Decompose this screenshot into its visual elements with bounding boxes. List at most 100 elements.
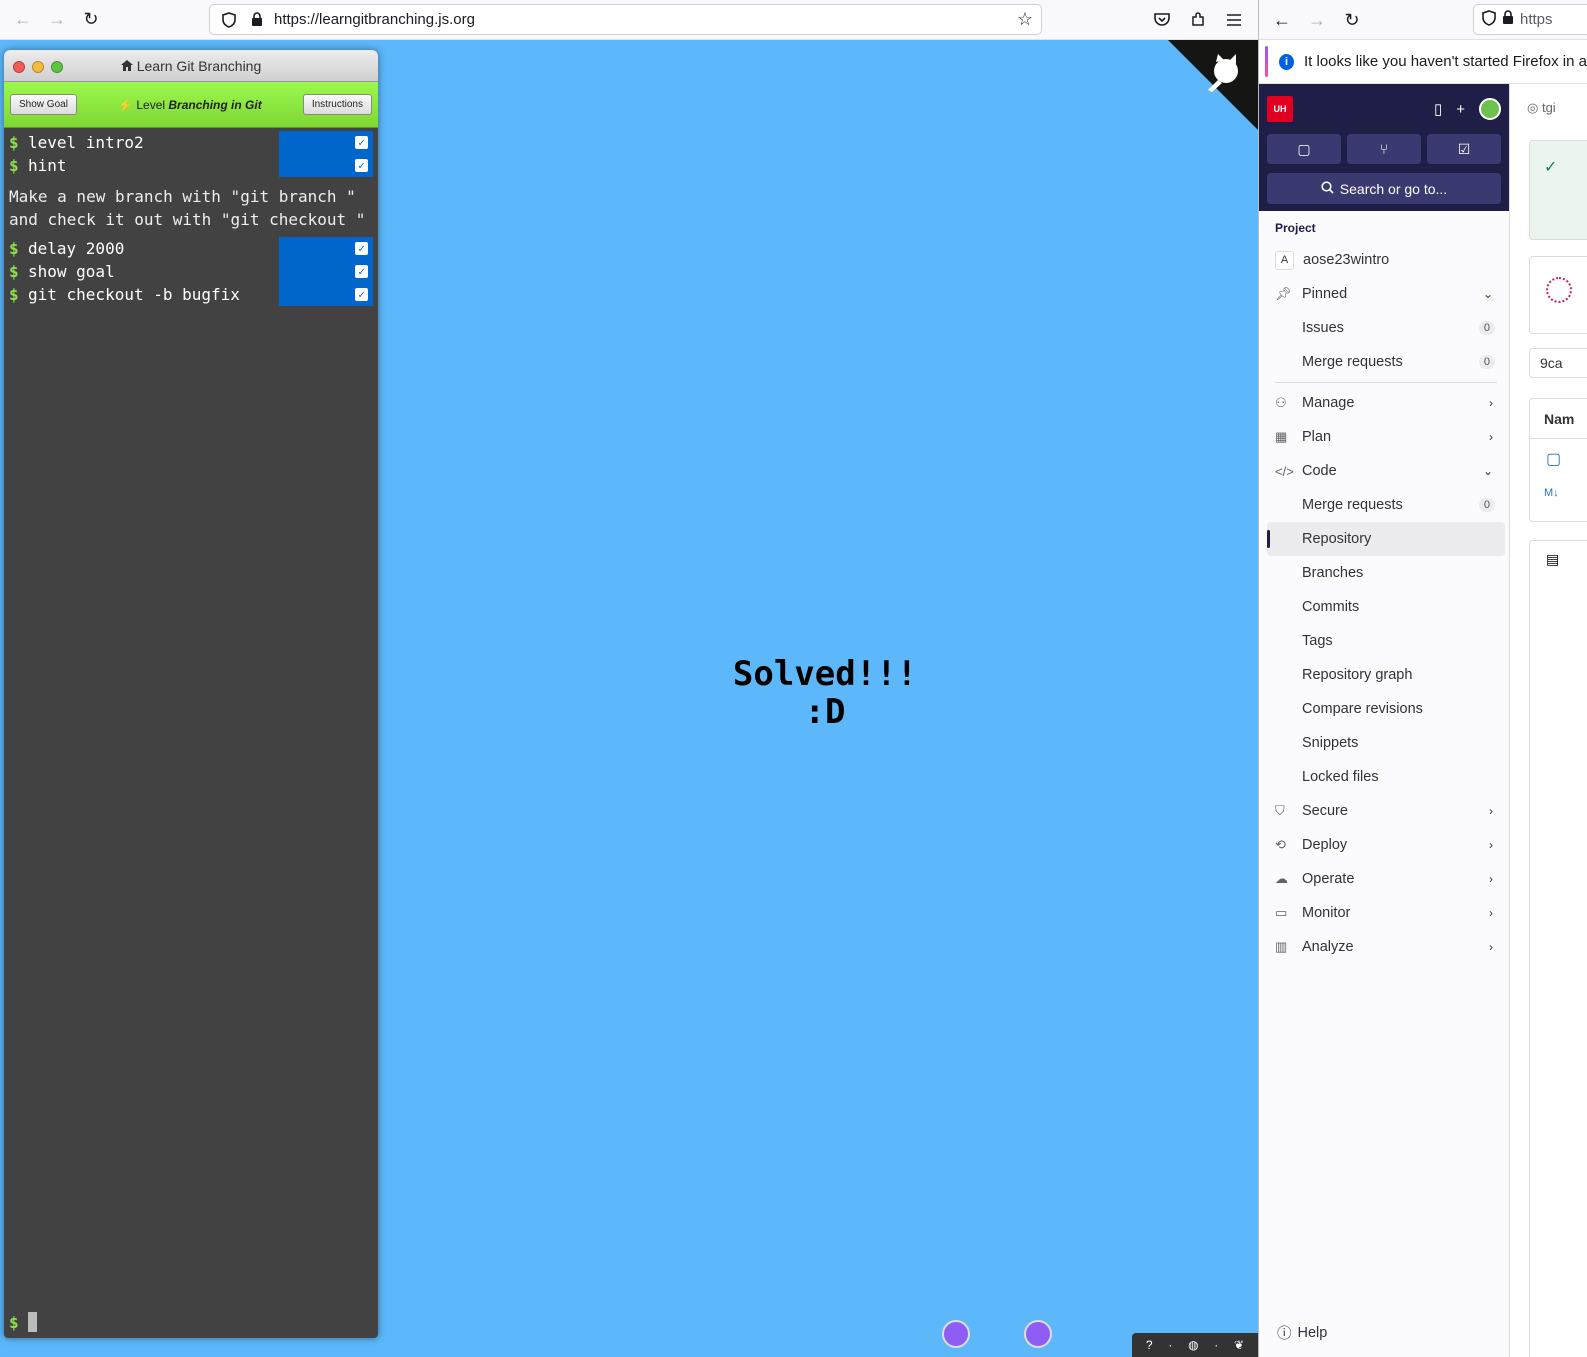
back-icon[interactable]: ← bbox=[1265, 5, 1299, 35]
close-window-icon[interactable] bbox=[13, 61, 25, 73]
sidebar-item-pinned[interactable]: 📌︎ Pinned ⌄ bbox=[1267, 277, 1505, 311]
minimize-window-icon[interactable] bbox=[32, 61, 44, 73]
section-title: Project bbox=[1275, 221, 1316, 235]
breadcrumb[interactable]: ◎ tgi bbox=[1527, 100, 1556, 116]
sidebar-item-code-merge-requests[interactable]: Merge requests 0 bbox=[1267, 488, 1505, 522]
twitter-icon[interactable]: ❦ bbox=[1234, 1338, 1244, 1352]
text-cursor bbox=[27, 1312, 37, 1332]
solved-line: Solved!!! bbox=[732, 654, 918, 694]
forward-icon[interactable]: → bbox=[40, 5, 74, 35]
sidebar-item-branches[interactable]: Branches bbox=[1267, 556, 1505, 590]
sidebar-item-tags[interactable]: Tags bbox=[1267, 624, 1505, 658]
shield-icon[interactable] bbox=[218, 11, 240, 28]
firefox-notification-bar: i It looks like you haven't started Fire… bbox=[1259, 40, 1587, 84]
lock-icon[interactable] bbox=[246, 12, 268, 27]
issues-shortcut-icon[interactable]: ▢ bbox=[1267, 134, 1341, 164]
chevron-right-icon: › bbox=[1489, 872, 1493, 886]
sidebar-item-merge-requests[interactable]: Merge requests 0 bbox=[1267, 345, 1505, 379]
forward-icon[interactable]: → bbox=[1300, 5, 1334, 35]
sidebar-item-deploy[interactable]: ⟲ Deploy › bbox=[1267, 828, 1505, 862]
chart-icon: ▥ bbox=[1275, 939, 1288, 954]
reload-icon[interactable]: ↻ bbox=[74, 5, 108, 35]
pipeline-status-card: ✓ bbox=[1529, 140, 1587, 240]
file-icon[interactable]: ▢ bbox=[1530, 439, 1587, 479]
extensions-icon[interactable] bbox=[1183, 4, 1213, 35]
address-bar[interactable]: https bbox=[1473, 4, 1587, 35]
github-octocat-icon[interactable] bbox=[1168, 40, 1258, 130]
deploy-icon: ⟲ bbox=[1275, 837, 1286, 852]
command-terminal: Learn Git Branching Show Goal ⚡ Level Br… bbox=[4, 50, 378, 1338]
branch-selector[interactable]: 9ca bbox=[1529, 348, 1587, 378]
help-icon: ⓘ bbox=[1277, 1326, 1292, 1342]
uh-logo-icon[interactable]: UH bbox=[1267, 96, 1293, 122]
command-status: ✓ bbox=[279, 237, 373, 260]
instructions-button[interactable]: Instructions bbox=[302, 94, 372, 115]
level-name: Branching in Git bbox=[168, 97, 262, 112]
url-text: https://learngitbranching.js.org bbox=[274, 11, 475, 28]
sidebar-item-label: Compare revisions bbox=[1302, 701, 1423, 717]
merge-requests-shortcut-icon[interactable]: ⑂ bbox=[1347, 134, 1421, 164]
menu-icon[interactable] bbox=[1219, 4, 1249, 35]
sidebar-item-label: Merge requests bbox=[1302, 354, 1403, 370]
solved-face: :D bbox=[804, 692, 846, 732]
command-input[interactable]: $ bbox=[9, 1312, 37, 1332]
dot-separator-icon: · bbox=[1168, 1338, 1173, 1352]
sidebar-item-issues[interactable]: Issues 0 bbox=[1267, 311, 1505, 345]
notification-text: It looks like you haven't started Firefo… bbox=[1303, 53, 1587, 70]
reload-icon[interactable]: ↻ bbox=[1335, 5, 1369, 35]
plus-icon[interactable]: + bbox=[1456, 101, 1465, 118]
sidebar-item-snippets[interactable]: Snippets bbox=[1267, 726, 1505, 760]
sidebar-item-commits[interactable]: Commits bbox=[1267, 590, 1505, 624]
project-avatar-card bbox=[1529, 256, 1587, 334]
commit-node[interactable] bbox=[1024, 1320, 1052, 1348]
sidebar-item-label: Issues bbox=[1302, 320, 1344, 336]
sidebar-item-secure[interactable]: ⛉ Secure › bbox=[1267, 794, 1505, 828]
maximize-window-icon[interactable] bbox=[51, 61, 63, 73]
globe-icon[interactable]: ◍ bbox=[1188, 1338, 1198, 1352]
help-icon[interactable]: ? bbox=[1146, 1338, 1153, 1352]
sidebar-item-label: Repository graph bbox=[1302, 667, 1413, 683]
calendar-icon: ▦ bbox=[1275, 429, 1288, 444]
sidebar-item-plan[interactable]: ▦ Plan › bbox=[1267, 420, 1505, 454]
commit-node[interactable] bbox=[942, 1320, 970, 1348]
search-button[interactable]: Search or go to... bbox=[1267, 173, 1501, 204]
back-icon[interactable]: ← bbox=[6, 5, 40, 35]
show-goal-button[interactable]: Show Goal bbox=[10, 94, 77, 115]
toggle-sidebar-icon[interactable]: ▯ bbox=[1434, 100, 1442, 118]
sidebar-item-code[interactable]: </> Code ⌄ bbox=[1267, 454, 1505, 488]
terminal-output: $ level intro2 ✓ $ hint ✓ Make a new bra… bbox=[4, 128, 378, 309]
shield-icon[interactable] bbox=[1482, 9, 1496, 30]
sidebar-item-compare-revisions[interactable]: Compare revisions bbox=[1267, 692, 1505, 726]
sidebar-item-label: Locked files bbox=[1302, 769, 1379, 785]
sidebar-item-label: Manage bbox=[1302, 395, 1355, 411]
todo-shortcut-icon[interactable]: ☑ bbox=[1427, 134, 1501, 164]
address-bar[interactable]: https://learngitbranching.js.org ☆ bbox=[209, 4, 1042, 35]
bolt-icon: ⚡ bbox=[118, 97, 133, 112]
help-button[interactable]: ⓘ Help bbox=[1277, 1322, 1327, 1343]
sidebar-shortcuts: ▢ ⑂ ☑ bbox=[1267, 134, 1501, 164]
command-status: ✓ bbox=[279, 260, 373, 283]
pocket-icon[interactable] bbox=[1147, 4, 1177, 35]
prompt-symbol: $ bbox=[9, 156, 19, 175]
checkbox-checked-icon: ✓ bbox=[355, 265, 368, 278]
avatar[interactable] bbox=[1479, 98, 1501, 120]
bookmark-star-icon[interactable]: ☆ bbox=[1017, 9, 1033, 30]
sidebar-item-manage[interactable]: ⚇ Manage › bbox=[1267, 386, 1505, 420]
lock-icon[interactable] bbox=[1502, 10, 1514, 29]
markdown-file-icon[interactable]: M↓ bbox=[1530, 479, 1587, 519]
readme-card: ▤ bbox=[1529, 540, 1587, 1357]
sidebar-item-locked-files[interactable]: Locked files bbox=[1267, 760, 1505, 794]
gitlab-main-content: ◎ tgi ✓ 9ca Nam ▢ M↓ ▤ bbox=[1511, 84, 1587, 1357]
command-row: $ delay 2000 ✓ bbox=[9, 237, 373, 260]
prompt-symbol: $ bbox=[9, 285, 19, 304]
sidebar-item-repository-graph[interactable]: Repository graph bbox=[1267, 658, 1505, 692]
level-indicator[interactable]: ⚡ Level Branching in Git bbox=[118, 98, 262, 112]
sidebar-item-analyze[interactable]: ▥ Analyze › bbox=[1267, 930, 1505, 964]
sidebar-item-repository[interactable]: Repository bbox=[1267, 522, 1505, 556]
sidebar-item-monitor[interactable]: ▭ Monitor › bbox=[1267, 896, 1505, 930]
prompt-symbol: $ bbox=[9, 133, 19, 152]
sidebar-item-label: Operate bbox=[1302, 871, 1355, 887]
sidebar-item-operate[interactable]: ☁ Operate › bbox=[1267, 862, 1505, 896]
checkbox-checked-icon: ✓ bbox=[355, 136, 368, 149]
project-link[interactable]: A aose23wintro bbox=[1267, 243, 1505, 277]
